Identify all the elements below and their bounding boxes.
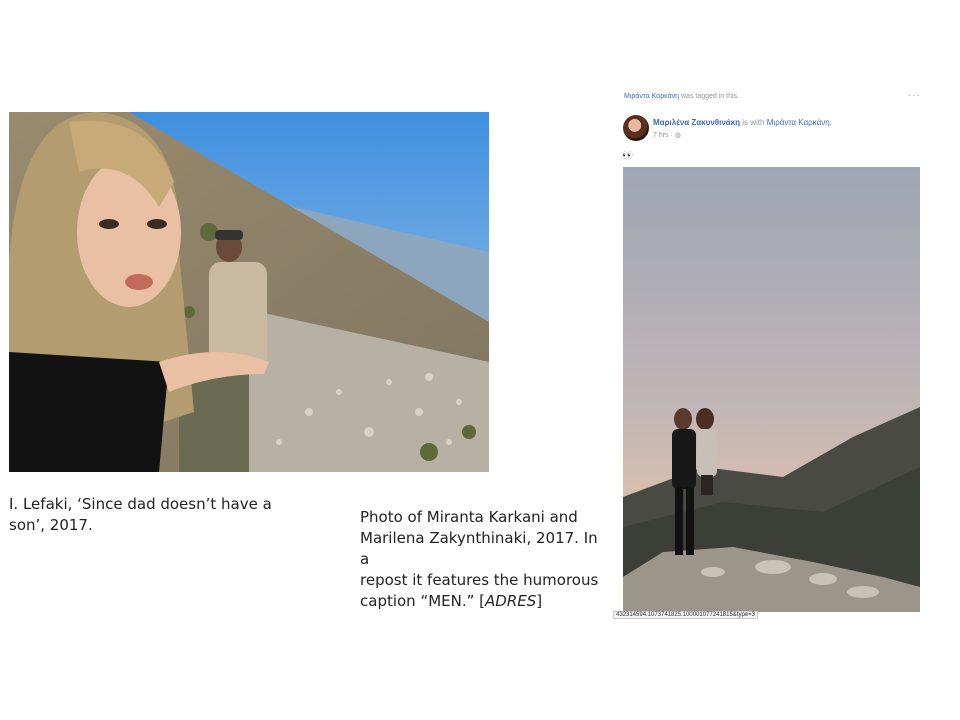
url-statusbar: 432314594.1073741825.100001077241815&typ…	[613, 611, 758, 619]
mid-caption-prefix: caption “MEN.” [	[360, 592, 486, 610]
mid-caption-line-4: caption “MEN.” [ADRES]	[360, 591, 610, 612]
tagged-notice: Μιράντα Καρκάνη was tagged in this.	[624, 93, 739, 100]
mid-caption-italic: ADRES	[485, 592, 537, 610]
avatar[interactable]	[623, 115, 649, 141]
left-caption-line-1: I. Lefaki, ‘Since dad doesn’t have a	[9, 495, 272, 513]
mid-caption-line-3: repost it features the humorous	[360, 571, 599, 589]
post-photo[interactable]	[623, 167, 920, 612]
more-options-icon[interactable]: ···	[908, 90, 921, 101]
post-timestamp[interactable]: 7 hrs · ◍	[653, 131, 681, 139]
post-author-line: Μαριλένα Ζακυνθινάκη is with Μιράντα Καρ…	[653, 118, 832, 127]
facebook-post: Μιράντα Καρκάνη was tagged in this. ··· …	[613, 90, 923, 619]
mid-caption-line-2: Marilena Zakynthinaki, 2017. In a	[360, 529, 598, 568]
with-person-link[interactable]: Μιράντα Καρκάνη.	[767, 118, 832, 127]
tagged-person-link[interactable]: Μιράντα Καρκάνη	[624, 93, 679, 100]
selfie-photo	[9, 112, 489, 472]
tagged-suffix: was tagged in this.	[681, 93, 739, 100]
left-photo-caption: I. Lefaki, ‘Since dad doesn’t have a son…	[9, 494, 289, 536]
author-link[interactable]: Μαριλένα Ζακυνθινάκη	[653, 118, 740, 127]
eyes-emoji: 👀	[622, 150, 634, 160]
mid-caption-line-1: Photo of Miranta Karkani and	[360, 508, 578, 526]
middle-photo-caption: Photo of Miranta Karkani and Marilena Za…	[360, 507, 610, 612]
with-text: is with	[742, 118, 765, 127]
mid-caption-suffix: ]	[536, 592, 543, 610]
left-caption-line-2: son’, 2017.	[9, 516, 93, 534]
